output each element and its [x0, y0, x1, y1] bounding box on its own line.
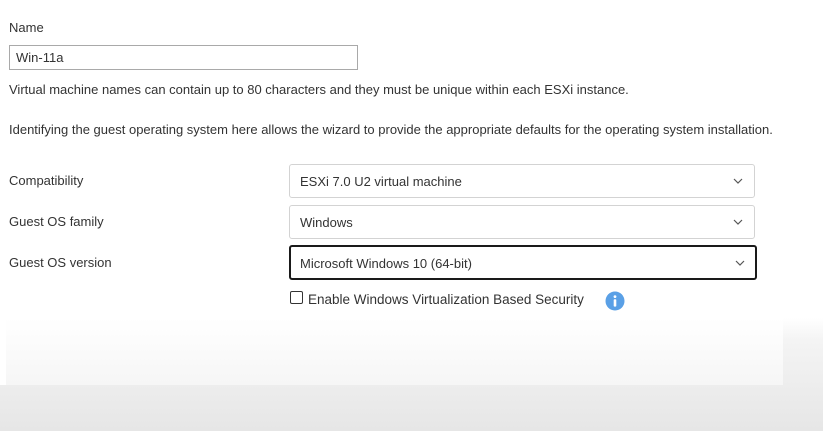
compatibility-select[interactable]: ESXi 7.0 U2 virtual machine [289, 164, 755, 198]
chevron-down-icon [733, 219, 743, 225]
vbs-checkbox[interactable] [290, 291, 303, 304]
compatibility-label: Compatibility [9, 173, 84, 188]
guest-os-family-select[interactable]: Windows [289, 205, 755, 239]
guest-os-version-value: Microsoft Windows 10 (64-bit) [300, 256, 472, 271]
name-hint-text: Virtual machine names can contain up to … [9, 82, 629, 97]
guest-os-family-label: Guest OS family [9, 214, 104, 229]
info-icon[interactable] [605, 291, 625, 311]
guest-os-version-select[interactable]: Microsoft Windows 10 (64-bit) [289, 245, 757, 280]
vbs-checkbox-label[interactable]: Enable Windows Virtualization Based Secu… [308, 292, 584, 308]
chevron-down-icon [735, 260, 745, 266]
guest-os-family-value: Windows [300, 215, 353, 230]
panel-bottom-area [6, 318, 783, 385]
vm-name-input[interactable] [9, 45, 358, 70]
guest-os-version-label: Guest OS version [9, 255, 112, 270]
chevron-down-icon [733, 178, 743, 184]
name-label: Name [9, 20, 44, 35]
compatibility-value: ESXi 7.0 U2 virtual machine [300, 174, 462, 189]
vbs-checkbox-row: Enable Windows Virtualization Based Secu… [289, 289, 629, 311]
guest-os-info-text: Identifying the guest operating system h… [9, 122, 773, 137]
